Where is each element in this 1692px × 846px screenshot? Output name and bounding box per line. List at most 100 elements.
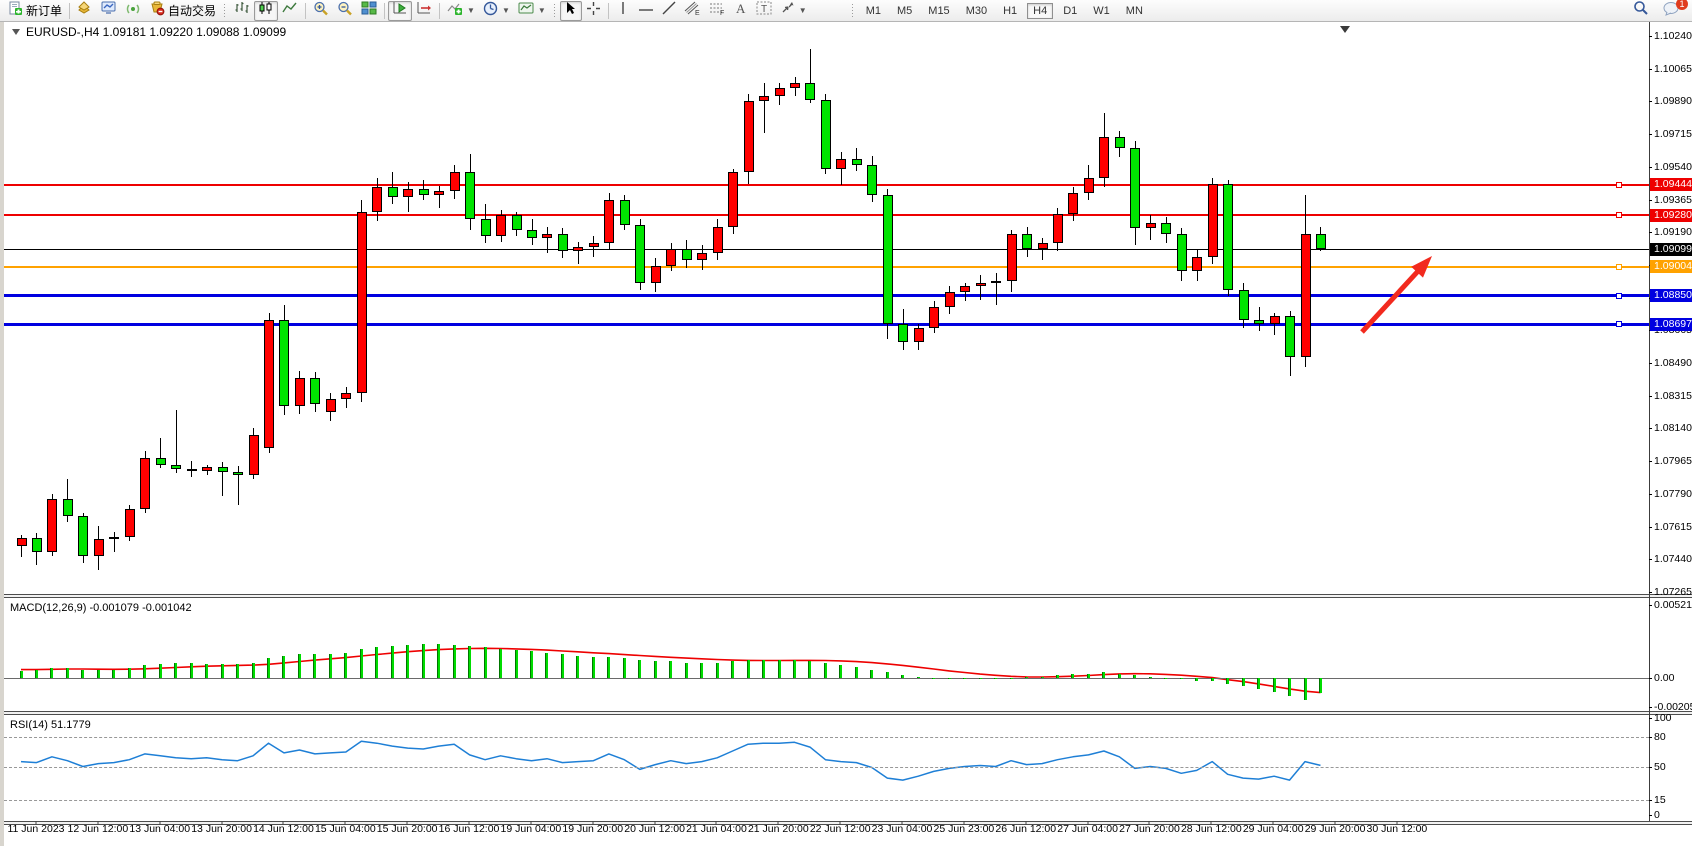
timeframe-button-m30[interactable]: M30 [960, 3, 993, 19]
chart-shift-icon [416, 1, 432, 20]
arrows-tool[interactable]: ▼ [776, 1, 811, 21]
market-watch-button[interactable] [73, 1, 97, 21]
crosshair-button[interactable] [582, 1, 605, 21]
candle [960, 286, 970, 292]
macd-pane[interactable] [4, 598, 1649, 711]
line-handle[interactable] [1616, 264, 1622, 270]
text-tool[interactable]: A [730, 1, 752, 21]
new-order-button[interactable]: 新订单 [4, 1, 66, 21]
rsi-level-line [4, 767, 1649, 768]
price-tick-label: 1.07615 [1654, 521, 1692, 533]
timeframe-button-m5[interactable]: M5 [891, 3, 918, 19]
chart-candles-button[interactable] [254, 1, 278, 21]
tile-windows-button[interactable] [357, 1, 381, 21]
timeframe-button-h1[interactable]: H1 [997, 3, 1023, 19]
price-level-badge: 1.08697 [1650, 318, 1692, 331]
timeframe-button-mn[interactable]: MN [1120, 3, 1149, 19]
chart-window[interactable]: EURUSD-,H4 1.09181 1.09220 1.09088 1.090… [0, 22, 1692, 846]
text-icon: A [734, 1, 747, 20]
price-level-line[interactable] [4, 294, 1649, 297]
chart-shift-button[interactable] [412, 1, 436, 21]
terminal-button[interactable] [97, 1, 121, 21]
macd-tick-mark [1649, 678, 1652, 679]
line-handle[interactable] [1616, 293, 1622, 299]
ohlc-toggle-icon[interactable] [12, 29, 20, 35]
indicators-button[interactable]: ▼ [443, 1, 479, 21]
equidistant-channel-tool[interactable]: E [680, 1, 705, 21]
line-handle[interactable] [1616, 182, 1622, 188]
price-tick-mark [1649, 232, 1652, 233]
candle [109, 537, 119, 539]
timeframe-button-w1[interactable]: W1 [1087, 3, 1116, 19]
price-level-line[interactable] [4, 323, 1649, 326]
trendline-tool[interactable] [658, 1, 680, 21]
candle [1068, 193, 1078, 214]
macd-histogram-bar [576, 656, 579, 678]
fibonacci-tool[interactable]: F [705, 1, 730, 21]
macd-histogram-bar [901, 675, 904, 678]
time-axis-tick [902, 821, 903, 825]
macd-histogram-bar [453, 645, 456, 678]
price-tick-label: 1.08140 [1654, 422, 1692, 434]
chart-bars-button[interactable] [230, 1, 254, 21]
candle [573, 247, 583, 251]
price-level-line[interactable] [4, 184, 1649, 186]
horizontal-line-icon [638, 2, 654, 20]
price-tick-mark [1649, 200, 1652, 201]
chart-shift-marker[interactable] [1340, 26, 1350, 33]
macd-histogram-bar [468, 646, 471, 678]
line-handle[interactable] [1616, 212, 1622, 218]
macd-histogram-bar [282, 656, 285, 678]
price-tick-label: 1.09540 [1654, 161, 1692, 173]
rsi-pane[interactable] [4, 715, 1649, 821]
macd-histogram-bar [994, 678, 997, 679]
price-level-line[interactable] [4, 214, 1649, 216]
macd-histogram-bar [963, 678, 966, 679]
candle [976, 283, 986, 287]
horizontal-line-tool[interactable] [634, 1, 658, 21]
auto-trading-button[interactable]: 自动交易 [145, 1, 220, 21]
macd-tick-label: 0.00 [1654, 672, 1674, 684]
timeframe-button-m1[interactable]: M1 [860, 3, 887, 19]
zoom-in-icon [313, 1, 329, 21]
timeframe-button-d1[interactable]: D1 [1057, 3, 1083, 19]
price-tick-mark [1649, 363, 1652, 364]
timeframe-button-m15[interactable]: M15 [922, 3, 955, 19]
cursor-button[interactable] [560, 1, 582, 21]
candle [929, 307, 939, 328]
macd-histogram-bar [205, 664, 208, 678]
candle-wick [1042, 238, 1043, 260]
time-axis-tick [345, 821, 346, 825]
macd-histogram-bar [623, 658, 626, 678]
macd-histogram-bar [561, 654, 564, 678]
auto-scroll-button[interactable] [388, 1, 412, 21]
price-tick-label: 1.07440 [1654, 553, 1692, 565]
candle [1270, 316, 1280, 323]
price-level-line[interactable] [4, 266, 1649, 268]
chart-line-button[interactable] [278, 1, 302, 21]
text-label-tool[interactable]: T [752, 1, 776, 21]
notifications-button[interactable]: 1 [1659, 1, 1684, 21]
price-tick-mark [1649, 69, 1652, 70]
candle [1022, 234, 1032, 249]
time-axis-tick [407, 821, 408, 825]
candle [94, 539, 104, 556]
templates-button[interactable]: ▼ [514, 1, 550, 21]
zoom-in-button[interactable] [309, 1, 333, 21]
signals-button[interactable] [121, 1, 145, 21]
candle-wick [114, 532, 115, 552]
price-level-badge: 1.08850 [1650, 289, 1692, 302]
macd-histogram-bar [20, 671, 23, 678]
macd-histogram-bar [669, 661, 672, 678]
candle [991, 281, 1001, 283]
main-price-pane[interactable] [4, 22, 1649, 594]
price-tick-label: 1.07790 [1654, 488, 1692, 500]
timeframe-button-h4[interactable]: H4 [1027, 3, 1053, 19]
line-handle[interactable] [1616, 321, 1622, 327]
candle [744, 101, 754, 172]
macd-histogram-bar [1226, 678, 1229, 684]
vertical-line-tool[interactable] [612, 1, 634, 21]
periods-button[interactable]: ▼ [479, 1, 514, 21]
search-button[interactable] [1629, 1, 1653, 21]
zoom-out-button[interactable] [333, 1, 357, 21]
